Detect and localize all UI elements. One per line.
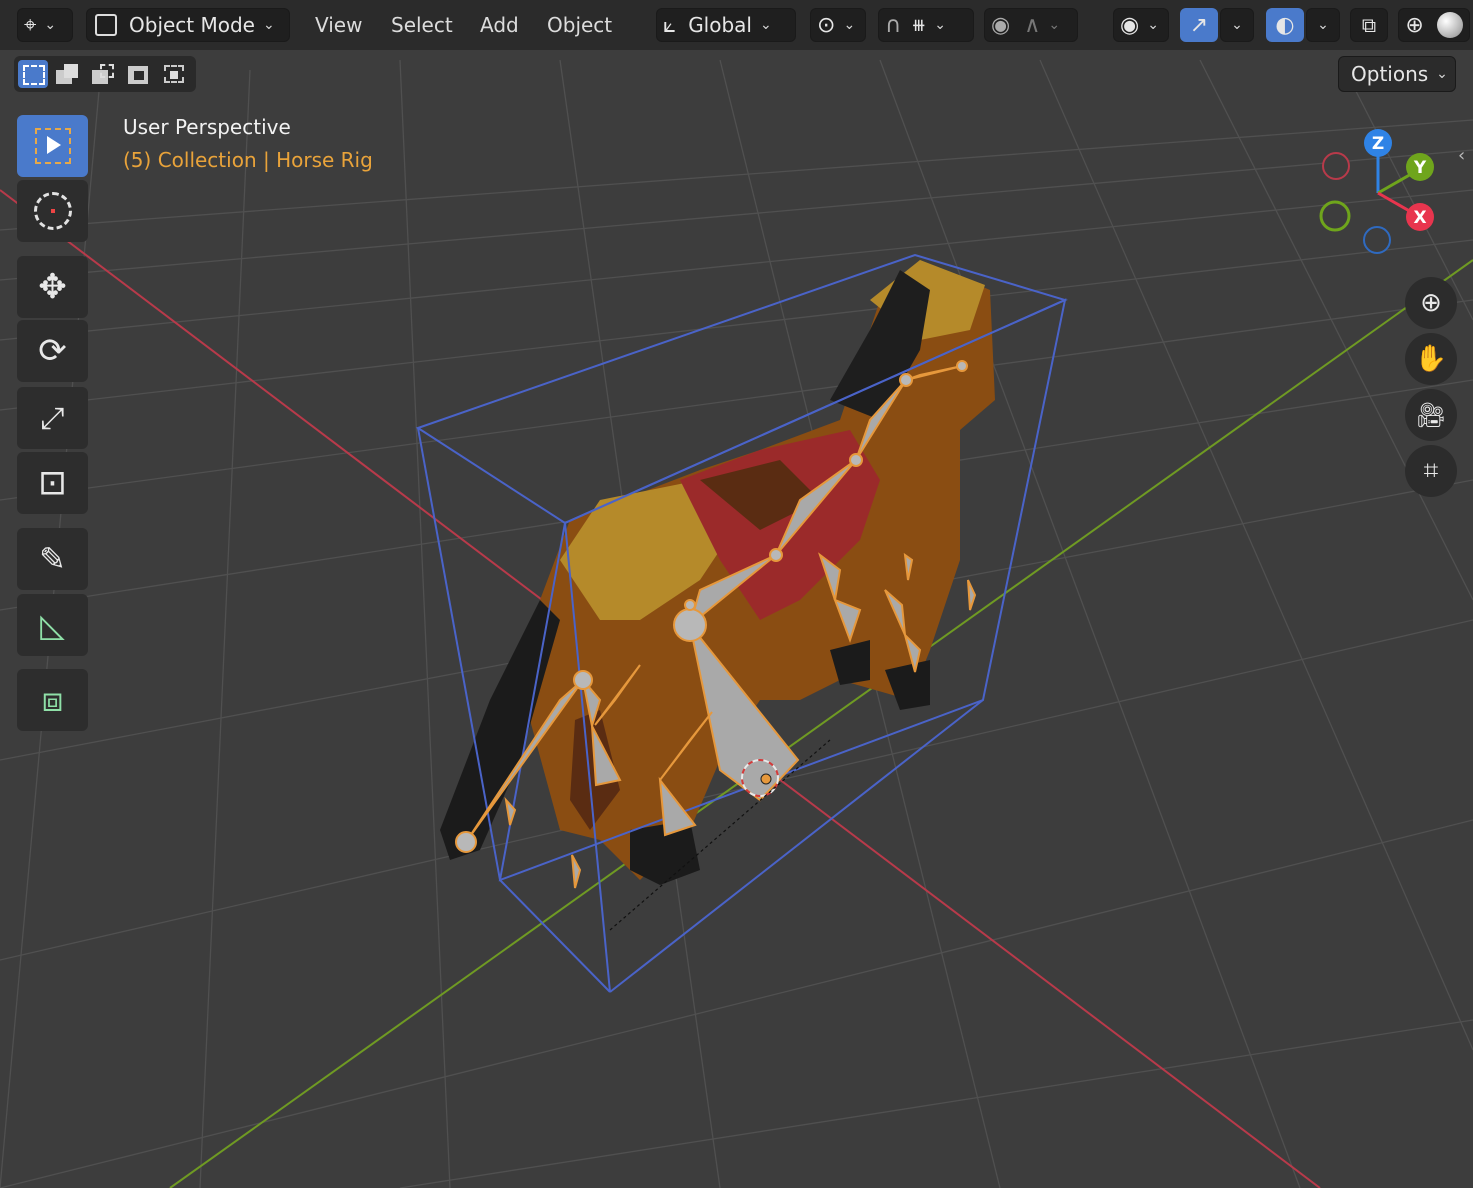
mode-dropdown[interactable]: Object Mode ⌄ — [86, 8, 290, 42]
snap-icon: ∩ — [885, 12, 902, 38]
wireframe-shading-icon[interactable]: ⊕ — [1405, 13, 1423, 38]
tool-cursor[interactable] — [17, 180, 88, 242]
selection-mode-row — [14, 56, 196, 92]
measure-icon: ◺ — [40, 606, 65, 644]
select-new-icon[interactable] — [18, 60, 48, 88]
gizmo-icon: ↗ — [1189, 12, 1209, 38]
show-gizmo-toggle[interactable]: ↗ — [1180, 8, 1218, 42]
pivot-icon: ⊙ — [817, 12, 836, 38]
eye-icon: ◉ — [1120, 12, 1140, 38]
transform-icon: ⊡ — [38, 463, 67, 503]
view-name: User Perspective — [123, 115, 291, 139]
select-extend-icon[interactable] — [54, 62, 80, 86]
editor-type-icon: ⌖ — [24, 12, 37, 38]
move-icon: ✥ — [38, 267, 67, 307]
xray-icon: ⧉ — [1361, 13, 1377, 37]
pivot-point-dropdown[interactable]: ⊙ ⌄ — [810, 8, 866, 42]
orientation-icon: ⟀ — [663, 12, 677, 38]
cursor-icon — [33, 192, 72, 230]
tool-rotate[interactable]: ⟳ — [17, 320, 88, 382]
rotate-icon: ⟳ — [38, 331, 67, 371]
viewport-header: ⌖ ⌄ Object Mode ⌄ View Select Add Object … — [0, 0, 1473, 50]
neg-z-handle — [1363, 226, 1391, 254]
object-mode-icon — [95, 14, 117, 36]
collection-info: (5) Collection | Horse Rig — [123, 148, 373, 172]
add-cube-icon: ⧈ — [41, 680, 64, 720]
overlays-icon: ◐ — [1275, 12, 1295, 38]
xray-toggle[interactable]: ⧉ — [1350, 8, 1388, 42]
navigation-gizmo[interactable]: Z Y X — [1310, 125, 1450, 265]
options-label: Options — [1351, 62, 1429, 86]
zoom-button[interactable]: ⊕ — [1405, 277, 1457, 329]
viewport-scene[interactable] — [0, 0, 1473, 1188]
tool-select-box[interactable] — [17, 115, 88, 177]
z-axis-label: Z — [1372, 134, 1384, 154]
hand-icon: ✋ — [1414, 344, 1448, 374]
x-axis-label: X — [1413, 208, 1426, 228]
neg-y-handle — [1319, 200, 1351, 232]
menu-object[interactable]: Object — [547, 8, 612, 42]
y-axis-label: Y — [1413, 158, 1427, 178]
annotate-icon: ✎ — [39, 540, 66, 578]
sidebar-toggle-icon[interactable]: ‹ — [1458, 145, 1465, 166]
snapping-group[interactable]: ∩ ⧻ ⌄ — [878, 8, 974, 42]
snap-increment-icon: ⧻ — [911, 14, 927, 36]
visibility-dropdown[interactable]: ◉ ⌄ — [1113, 8, 1169, 42]
select-box-icon — [34, 128, 71, 164]
menu-view[interactable]: View — [315, 8, 362, 42]
scale-icon: ⤢ — [40, 400, 65, 436]
chevron-down-icon: ⌄ — [263, 17, 275, 33]
shading-mode-group[interactable]: ⊕ — [1398, 8, 1470, 42]
menu-select[interactable]: Select — [391, 8, 453, 42]
gizmo-options-dropdown[interactable]: ⌄ — [1220, 8, 1254, 42]
select-invert-icon[interactable] — [126, 62, 152, 86]
tool-transform[interactable]: ⊡ — [17, 452, 88, 514]
tool-scale[interactable]: ⤢ — [17, 387, 88, 449]
tool-annotate[interactable]: ✎ — [17, 528, 88, 590]
proportional-editing-group[interactable]: ◉ ∧ ⌄ — [984, 8, 1078, 42]
y-axis-line — [169, 259, 1473, 1188]
proportional-editing-icon: ◉ — [991, 12, 1011, 38]
mode-label: Object Mode — [129, 13, 255, 37]
select-intersect-icon[interactable] — [162, 62, 188, 86]
options-dropdown[interactable]: Options ⌄ — [1338, 56, 1456, 92]
tool-add-cube[interactable]: ⧈ — [17, 669, 88, 731]
solid-shading-icon[interactable] — [1436, 12, 1463, 38]
chevron-down-icon: ⌄ — [760, 17, 772, 33]
camera-icon: 🎥︎ — [1415, 401, 1447, 429]
editor-type-button[interactable]: ⌖ ⌄ — [17, 8, 73, 42]
zoom-icon: ⊕ — [1420, 288, 1442, 318]
select-subtract-icon[interactable] — [90, 62, 116, 86]
neg-x-handle — [1322, 152, 1350, 180]
overlays-options-dropdown[interactable]: ⌄ — [1306, 8, 1340, 42]
grid-perspective-icon: ⌗ — [1423, 455, 1439, 486]
pan-button[interactable]: ✋ — [1405, 333, 1457, 385]
tool-measure[interactable]: ◺ — [17, 594, 88, 656]
orientation-label: Global — [688, 13, 752, 37]
transform-orientation-dropdown[interactable]: ⟀ Global ⌄ — [656, 8, 796, 42]
horse-mesh — [440, 260, 995, 885]
toggle-perspective-button[interactable]: ⌗ — [1405, 445, 1457, 497]
menu-add[interactable]: Add — [480, 8, 519, 42]
show-overlays-toggle[interactable]: ◐ — [1266, 8, 1304, 42]
camera-view-button[interactable]: 🎥︎ — [1405, 389, 1457, 441]
chevron-down-icon: ⌄ — [1436, 66, 1448, 82]
falloff-icon: ∧ — [1024, 12, 1041, 38]
3d-viewport[interactable]: ⌖ ⌄ Object Mode ⌄ View Select Add Object … — [0, 0, 1473, 1188]
tool-move[interactable]: ✥ — [17, 256, 88, 318]
